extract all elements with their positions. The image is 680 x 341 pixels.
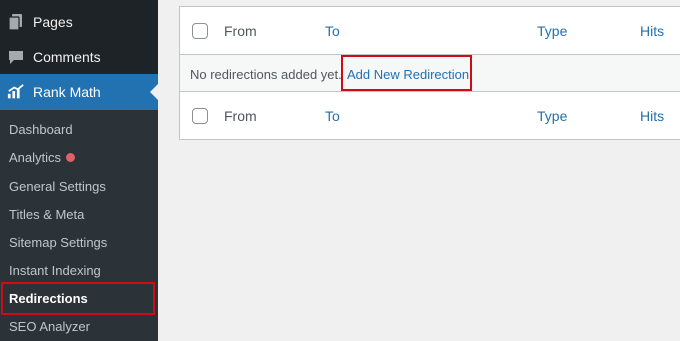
submenu-item-label: Dashboard	[9, 121, 73, 137]
column-header-type[interactable]: Type	[537, 23, 567, 39]
table-footer-row: From To Type Hits	[180, 92, 680, 140]
select-all-checkbox[interactable]	[192, 108, 208, 124]
menu-item-label: Rank Math	[33, 84, 101, 100]
column-footer-from: From	[224, 108, 257, 124]
submenu-item-label: Redirections	[9, 290, 88, 306]
submenu-item-general-settings[interactable]: General Settings	[0, 172, 158, 200]
menu-item-comments[interactable]: Comments	[0, 40, 158, 74]
column-header-hits[interactable]: Hits	[640, 23, 664, 39]
rank-math-icon	[7, 84, 24, 99]
submenu-item-label: SEO Analyzer	[9, 318, 90, 334]
submenu-item-titles-meta[interactable]: Titles & Meta	[0, 200, 158, 228]
notification-dot	[66, 153, 76, 162]
column-footer-to[interactable]: To	[325, 108, 340, 124]
submenu-item-label: Instant Indexing	[9, 262, 101, 278]
column-header-to[interactable]: To	[325, 23, 340, 39]
column-header-from: From	[224, 23, 257, 39]
submenu-item-label: Titles & Meta	[9, 206, 85, 222]
menu-item-rank-math[interactable]: Rank Math	[0, 74, 158, 110]
menu-item-label: Pages	[33, 14, 73, 30]
add-new-redirection-link[interactable]: Add New Redirection	[347, 67, 469, 82]
table-header-row: From To Type Hits	[180, 7, 680, 55]
rank-math-submenu: Dashboard Analytics General Settings Tit…	[0, 110, 158, 341]
submenu-item-analytics[interactable]: Analytics	[0, 143, 158, 171]
submenu-item-instant-indexing[interactable]: Instant Indexing	[0, 256, 158, 284]
pages-icon	[8, 14, 22, 31]
empty-message: No redirections added yet.	[190, 67, 342, 82]
submenu-item-sitemap-settings[interactable]: Sitemap Settings	[0, 228, 158, 256]
comments-icon	[9, 51, 23, 64]
menu-item-label: Comments	[33, 49, 101, 65]
redirections-table: From To Type Hits No redirections added …	[179, 6, 680, 140]
submenu-item-seo-analyzer[interactable]: SEO Analyzer	[0, 312, 158, 340]
admin-sidebar: Pages Comments Rank Math Dashboard Analy…	[0, 0, 158, 341]
submenu-item-redirections[interactable]: Redirections	[0, 284, 158, 312]
current-menu-arrow	[150, 84, 158, 100]
column-footer-hits[interactable]: Hits	[640, 108, 664, 124]
column-footer-type[interactable]: Type	[537, 108, 567, 124]
select-all-checkbox[interactable]	[192, 23, 208, 39]
submenu-item-dashboard[interactable]: Dashboard	[0, 115, 158, 143]
empty-state-row: No redirections added yet. Add New Redir…	[180, 55, 680, 92]
menu-item-pages[interactable]: Pages	[0, 5, 158, 39]
submenu-item-label: Analytics	[9, 149, 62, 165]
submenu-item-label: General Settings	[9, 178, 106, 194]
submenu-item-label: Sitemap Settings	[9, 234, 108, 250]
